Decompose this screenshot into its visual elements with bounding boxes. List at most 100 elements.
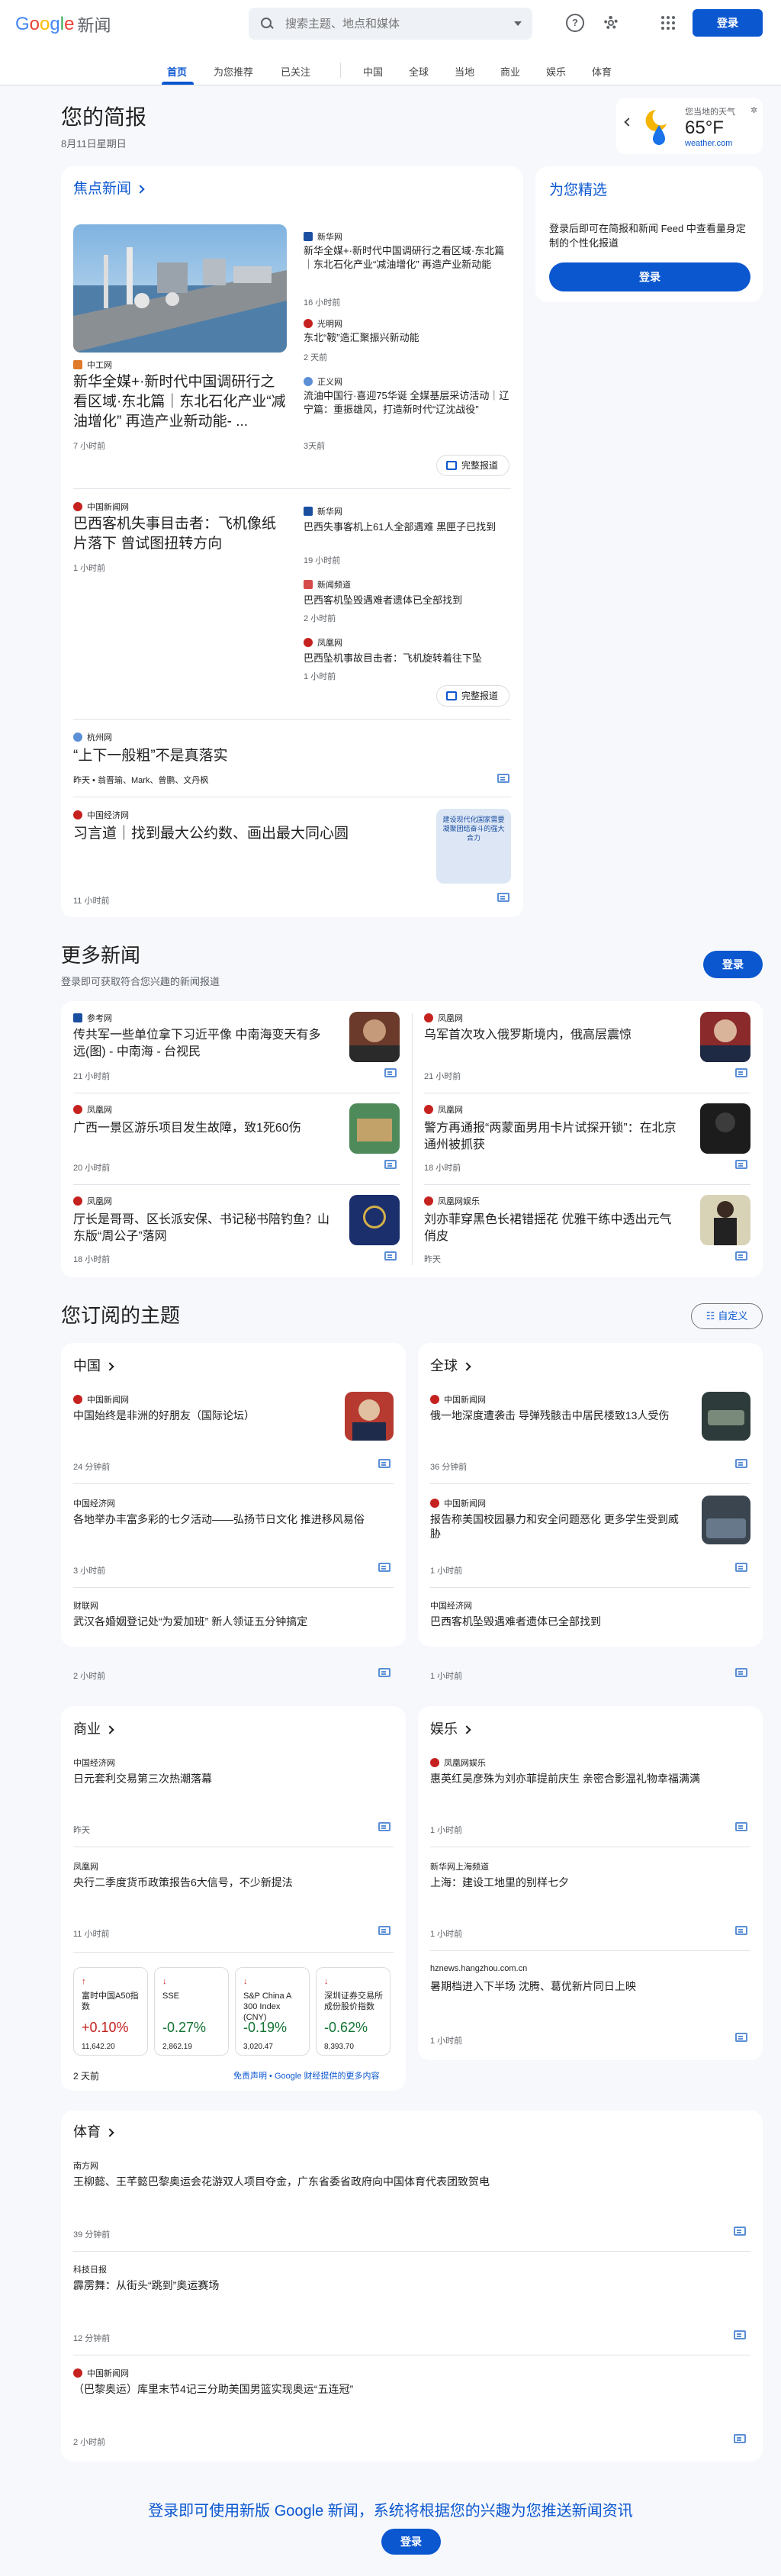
story-headline[interactable]: 央行二季度货币政策报告6大信号，不少新提法 [73,1876,394,1890]
story-source[interactable]: 新华网 [304,230,342,243]
story-source[interactable]: 中国新闻网 [430,1497,486,1509]
story-source[interactable]: hznews.hangzhou.com.cn [430,1964,527,1973]
story-image-petrochem[interactable] [73,224,287,353]
story-headline[interactable]: 上海：建设工地里的别样七夕 [430,1876,750,1890]
story-headline[interactable]: 习言道｜找到最大公约数、画出最大同心圆 [73,824,409,844]
full-coverage-icon[interactable] [378,1668,390,1677]
full-coverage-icon[interactable] [735,1822,747,1831]
help-icon[interactable]: ? [566,14,584,32]
story-source[interactable]: 凤凰网 [304,636,342,649]
story-image-thumb[interactable] [349,1195,400,1245]
story-headline[interactable]: 王柳懿、王芊懿巴黎奥运会花游双人项目夺金，广东省委省政府向中国体育代表团致贺电 [73,2175,744,2189]
full-coverage-button[interactable]: 完整报道 [436,455,509,476]
google-news-logo[interactable]: Google 新闻 [15,12,111,37]
picks-login-button[interactable]: 登录 [549,262,750,291]
stock-card[interactable]: ↓ S&P China A 300 Index (CNY) -0.19% 3,020.… [235,1967,310,2056]
full-coverage-icon[interactable] [734,2227,746,2236]
tab-home[interactable]: 首页 [167,64,187,79]
story-source[interactable]: 中国经济网 [73,809,129,821]
tab-entertainment[interactable]: 娱乐 [546,64,566,79]
story-source[interactable]: 科技日报 [73,2263,107,2275]
story-source[interactable]: 新闻频道 [304,578,351,591]
full-coverage-icon[interactable] [384,1251,397,1261]
full-coverage-icon[interactable] [735,2033,747,2042]
full-coverage-icon[interactable] [378,1563,390,1572]
more-news-login-button[interactable]: 登录 [703,951,763,978]
finance-disclaimer-link[interactable]: 免责声明 • Google 财经提供的更多内容 [233,2069,380,2082]
customize-button[interactable]: ☷ 自定义 [691,1303,763,1329]
story-headline[interactable]: 日元套利交易第三次热潮落幕 [73,1772,394,1786]
story-source[interactable]: 凤凰网娱乐 [424,1195,480,1207]
full-coverage-icon[interactable] [497,893,509,902]
story-headline[interactable]: 暑期档进入下半场 沈腾、葛优新片同日上映 [430,1979,750,1994]
story-source[interactable]: 凤凰网 [424,1103,463,1116]
story-image-thumb[interactable] [700,1103,750,1154]
full-coverage-icon[interactable] [378,1459,390,1468]
story-headline[interactable]: 东北“鞍”造汇聚振兴新动能 [304,331,511,345]
story-headline[interactable]: 各地举办丰富多彩的七夕活动——弘扬节日文化 推进移风易俗 [73,1512,394,1527]
story-headline[interactable]: 武汉各婚姻登记处“为爱加班” 新人领证五分钟搞定 [73,1615,394,1629]
story-source[interactable]: 南方网 [73,2159,98,2172]
story-headline[interactable]: 巴西客机坠毁遇难者遗体已全部找到 [430,1615,750,1629]
story-image-thumb[interactable] [702,1392,750,1441]
story-headline[interactable]: 报告称美国校园暴力和安全问题恶化 更多学生受到威胁 [430,1512,682,1541]
apps-grid-icon[interactable] [659,14,677,32]
tab-china[interactable]: 中国 [363,64,383,79]
full-coverage-icon[interactable] [735,1160,747,1169]
story-source[interactable]: 中国新闻网 [430,1393,486,1406]
story-headline[interactable]: 霹雳舞：从街头“跳到”奥运赛场 [73,2278,744,2293]
story-headline[interactable]: 新华全媒+·新时代中国调研行之看区域·东北篇｜东北石化产业“减油增化” 再造产业… [73,372,287,432]
story-source[interactable]: 中国新闻网 [73,2367,129,2379]
full-coverage-icon[interactable] [734,2330,746,2339]
story-source[interactable]: 中工网 [73,359,112,371]
story-headline[interactable]: “上下一般粗”不是真落实 [73,746,500,766]
full-coverage-icon[interactable] [735,1459,747,1468]
tab-following[interactable]: 已关注 [281,64,310,79]
full-coverage-icon[interactable] [378,1822,390,1831]
stock-card[interactable]: ↓ SSE -0.27% 2,862.19 [154,1967,229,2056]
story-headline[interactable]: 惠英红吴彦殊为刘亦菲提前庆生 亲密合影温礼物幸福满满 [430,1772,712,1786]
story-image-thumb[interactable] [349,1012,400,1062]
chevron-down-icon[interactable] [514,21,522,26]
search-input[interactable] [285,17,499,31]
story-source[interactable]: 中国新闻网 [73,501,129,513]
story-source[interactable]: 凤凰网 [424,1012,463,1024]
tab-sports[interactable]: 体育 [592,64,612,79]
headlines-title-link[interactable]: 焦点新闻 [73,177,145,198]
topic-title-link[interactable]: 全球 [430,1355,471,1375]
story-source[interactable]: 凤凰网 [73,1195,112,1207]
stock-card[interactable]: ↑ 富时中国A50指数 +0.10% 11,642.20 [73,1967,148,2056]
story-source[interactable]: 凤凰网 [73,1860,98,1872]
tab-business[interactable]: 商业 [500,64,520,79]
full-coverage-icon[interactable] [378,1926,390,1935]
story-headline[interactable]: 巴西客机坠毁遇难者遗体已全部找到 [304,594,511,607]
footer-login-button[interactable]: 登录 [381,2529,441,2555]
topic-title-link[interactable]: 商业 [73,1718,114,1738]
story-headline[interactable]: 厅长是哥哥、区长派安保、书记秘书陪钓鱼？山东版“周公子”落网 [73,1212,333,1245]
story-headline[interactable]: 流油中国行·喜迎75华诞 全媒基层采访活动｜辽宁篇：重振雄风，打造新时代“辽沈战… [304,389,511,417]
story-source[interactable]: 正义网 [304,375,342,388]
gear-icon[interactable] [602,14,620,32]
story-image-thumb[interactable] [345,1392,394,1441]
full-coverage-icon[interactable] [497,774,509,783]
story-headline[interactable]: 巴西失事客机上61人全部遇难 黑匣子已找到 [304,520,511,534]
story-headline[interactable]: 刘亦菲穿黑色长裙错摇花 优雅干练中透出元气俏皮 [424,1212,683,1245]
login-button[interactable]: 登录 [693,9,763,37]
tab-world[interactable]: 全球 [409,64,429,79]
topic-title-link[interactable]: 体育 [73,2121,114,2141]
story-source[interactable]: 中国经济网 [73,1497,115,1509]
full-coverage-icon[interactable] [735,1668,747,1677]
chevron-left-icon[interactable] [624,118,633,127]
story-headline[interactable]: 警方再通报“两蒙面男用卡片试探开锁”：在北京通州被抓获 [424,1120,683,1154]
story-source[interactable]: 财联网 [73,1599,98,1612]
story-source[interactable]: 中国经济网 [430,1599,472,1612]
story-source[interactable]: 中国新闻网 [73,1393,129,1406]
story-headline[interactable]: 俄一地深度遭袭击 导弹残骸击中居民楼致13人受伤 [430,1409,682,1423]
story-headline[interactable]: 中国始终是非洲的好朋友（国际论坛） [73,1409,325,1423]
story-source[interactable]: 杭州网 [73,731,112,743]
search-icon[interactable] [259,16,275,31]
full-coverage-icon[interactable] [735,1251,747,1261]
full-coverage-icon[interactable] [384,1068,397,1077]
story-source[interactable]: 中国经济网 [73,1757,115,1769]
story-image-poster[interactable]: 建设现代化国家需要凝聚团结奋斗的强大合力 [436,809,511,884]
